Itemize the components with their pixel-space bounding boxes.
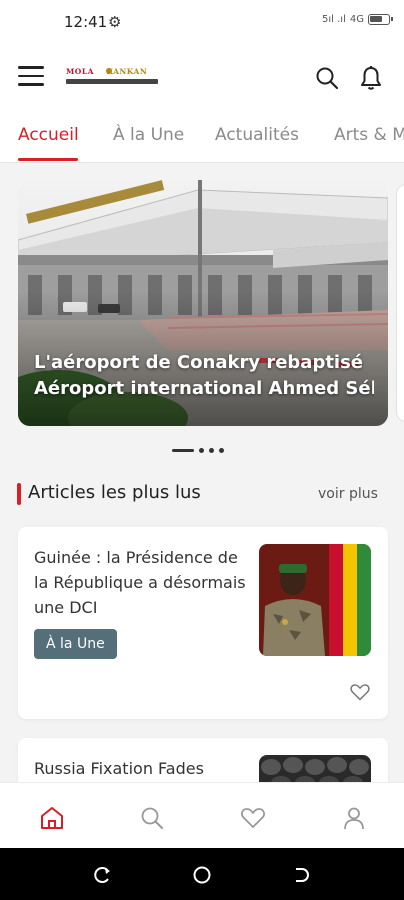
settings-gear-icon: ⚙ [108,13,122,31]
circle-home-icon [193,866,211,884]
app-logo: MOLA KANKAN [66,67,158,87]
back-icon [296,868,309,882]
carousel-dot-4[interactable] [219,447,224,453]
article-title: Russia Fixation Fades [34,759,204,778]
tabs-divider [0,162,404,163]
back-system-button[interactable] [291,865,311,885]
nav-profile[interactable] [341,805,367,831]
logo-emblem [106,68,112,74]
carousel-dot-3[interactable] [209,447,214,453]
logo-word-mola: MOLA [66,67,94,76]
status-time: 12:41 [64,13,108,31]
home-system-button[interactable] [192,865,212,885]
article-card[interactable]: Guinée : la Présidence de la République … [18,527,388,719]
carousel-dot-1[interactable] [172,448,194,452]
recent-apps-icon [94,867,110,883]
favorite-button[interactable] [350,683,370,701]
logo-tagline-bar [66,79,158,84]
notifications-button[interactable] [360,65,382,91]
header-search-button[interactable] [315,66,339,90]
see-more-link[interactable]: voir plus [318,486,378,502]
article-category-badge[interactable]: À la Une [34,629,117,659]
category-tabs: Accueil À la Une Actualités Arts & Me [0,110,404,162]
tab-actualites[interactable]: Actualités [215,125,299,145]
app-header: MOLA KANKAN [0,44,404,110]
logo-word-kankan: KANKAN [106,67,148,76]
carousel-next-slide-peek[interactable] [396,184,404,422]
carousel-caption-line-2: Aéroport international Ahmed Séko... [34,378,374,399]
profile-icon [344,807,364,830]
nav-favorites[interactable] [240,805,266,831]
section-accent-bar [17,483,21,505]
bell-icon [361,66,381,90]
carousel-caption-line-1: L'aéroport de Conakry rebaptisé [34,352,364,373]
status-bar: 12:41 ⚙ 5ıl .ıl 4G [0,0,404,44]
active-tab-indicator [18,158,78,161]
nav-home[interactable] [39,805,65,831]
bottom-navigation [0,782,404,848]
heart-icon [350,684,370,701]
article-thumbnail [259,544,371,656]
home-icon [41,807,63,829]
signal-icon: 5ıl .ıl [322,14,346,25]
search-icon [316,67,339,90]
search-icon [141,807,163,829]
recent-apps-button[interactable] [93,865,113,885]
carousel-dot-2[interactable] [199,447,204,453]
status-indicators: 5ıl .ıl 4G [322,14,393,25]
article-title: Guinée : la Présidence de la République … [34,548,246,617]
hamburger-menu-button[interactable] [18,66,44,88]
tab-arts[interactable]: Arts & Me [334,125,404,145]
tab-a-la-une[interactable]: À la Une [113,125,184,145]
heart-icon [241,808,265,828]
featured-carousel-slide[interactable]: L'aéroport de Conakry rebaptisé Aéroport… [18,180,388,426]
carousel-pagination [172,447,224,453]
tab-accueil[interactable]: Accueil [18,125,79,145]
network-label: 4G [349,14,364,25]
nav-search[interactable] [139,805,165,831]
carousel-caption: L'aéroport de Conakry rebaptisé Aéroport… [34,350,374,402]
hamburger-icon [18,66,44,69]
section-title: Articles les plus lus [28,482,201,503]
battery-icon [368,14,393,25]
system-navigation-bar [0,848,404,900]
